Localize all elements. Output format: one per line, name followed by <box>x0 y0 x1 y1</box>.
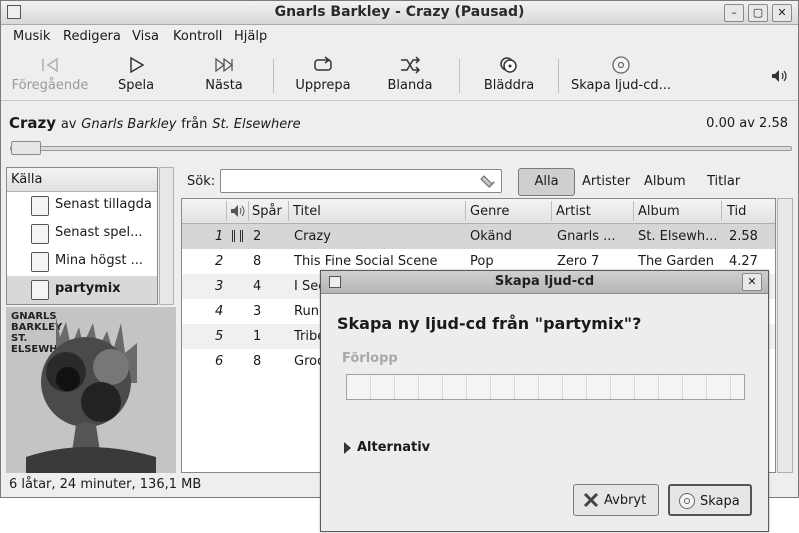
source-scrollbar[interactable] <box>159 167 174 305</box>
menu-bar: Musik Redigera Visa Kontroll Hjälp <box>1 25 798 49</box>
previous-label: Föregående <box>11 78 89 93</box>
window-title: Gnarls Barkley - Crazy (Pausad) <box>274 4 525 20</box>
search-label: Sök: <box>187 174 216 189</box>
cover-artwork <box>26 317 156 473</box>
maximize-button[interactable]: ▢ <box>748 4 768 22</box>
toolbar: Föregående Spela Nästa Upprepa Blanda Bl… <box>1 49 798 101</box>
song-title: Crazy <box>9 114 57 132</box>
status-bar: 6 låtar, 24 minuter, 136,1 MB <box>9 477 202 492</box>
filter-all[interactable]: Alla <box>518 168 575 196</box>
browse-icon <box>500 57 517 73</box>
progress-bar <box>346 374 745 400</box>
play-button[interactable]: Spela <box>105 55 167 93</box>
browse-label: Bläddra <box>483 78 535 93</box>
col-track[interactable]: Spår <box>252 204 282 219</box>
filter-artists[interactable]: Artister <box>582 174 630 189</box>
expander-arrow-icon <box>344 441 351 454</box>
playlist-icon <box>31 196 49 216</box>
dialog-title: Skapa ljud-cd <box>494 274 595 289</box>
play-label: Spela <box>117 78 155 93</box>
next-icon <box>215 57 234 73</box>
song-position: 0.00 av 2.58 <box>706 116 788 131</box>
table-row[interactable]: 1 2 Crazy Okänd Gnarls ... St. Elsewh...… <box>182 224 775 249</box>
cancel-button[interactable]: Avbryt <box>573 484 659 516</box>
source-item-recently-added[interactable]: Senast tillagda <box>7 192 157 220</box>
minimize-button[interactable]: – <box>724 4 744 22</box>
shuffle-icon <box>401 56 421 74</box>
dialog-title-bar: Skapa ljud-cd ✕ <box>321 271 768 294</box>
by-word: av <box>60 117 77 132</box>
playing-column-icon[interactable] <box>230 204 246 218</box>
col-time[interactable]: Tid <box>727 204 746 219</box>
cancel-label: Avbryt <box>604 493 647 508</box>
col-genre[interactable]: Genre <box>470 204 509 219</box>
cd-icon <box>612 56 630 74</box>
cancel-icon <box>583 492 599 508</box>
repeat-icon <box>314 56 332 71</box>
source-list: Källa Senast tillagda Senast spel... Min… <box>6 167 158 305</box>
play-icon <box>130 56 145 74</box>
create-label: Skapa <box>700 494 740 509</box>
album-cover: GNARLS BARKLEY ST. ELSEWHERE <box>6 307 176 473</box>
dialog-close-button[interactable]: ✕ <box>742 273 762 291</box>
create-cd-dialog: Skapa ljud-cd ✕ Skapa ny ljud-cd från "p… <box>320 270 769 532</box>
seek-bar[interactable] <box>10 146 792 151</box>
shuffle-button[interactable]: Blanda <box>383 55 437 93</box>
col-title[interactable]: Titel <box>293 204 321 219</box>
clear-search-icon[interactable] <box>479 172 497 190</box>
cd-icon <box>679 493 695 509</box>
repeat-button[interactable]: Upprepa <box>291 55 355 93</box>
next-label: Nästa <box>205 78 243 93</box>
now-playing: Crazy av Gnarls Barkley från St. Elsewhe… <box>9 114 301 132</box>
menu-visa[interactable]: Visa <box>132 29 159 44</box>
title-bar: Gnarls Barkley - Crazy (Pausad) – ▢ ✕ <box>1 1 798 25</box>
next-button[interactable]: Nästa <box>193 55 255 93</box>
playlist-icon <box>31 280 49 300</box>
menu-redigera[interactable]: Redigera <box>63 29 121 44</box>
source-item-recently-played[interactable]: Senast spel... <box>7 220 157 248</box>
filter-titles[interactable]: Titlar <box>707 174 740 189</box>
source-item-top-rated[interactable]: Mina högst ... <box>7 248 157 276</box>
repeat-label: Upprepa <box>295 78 351 93</box>
toolbar-separator <box>273 59 274 93</box>
menu-hjalp[interactable]: Hjälp <box>234 29 267 44</box>
volume-icon[interactable] <box>771 69 789 83</box>
source-header[interactable]: Källa <box>7 168 157 192</box>
table-header: Spår Titel Genre Artist Album Tid <box>182 199 775 224</box>
table-scrollbar[interactable] <box>777 198 793 473</box>
options-expander[interactable]: Alternativ <box>344 440 430 455</box>
shuffle-label: Blanda <box>387 78 433 93</box>
dialog-heading: Skapa ny ljud-cd från "partymix"? <box>337 314 642 333</box>
search-input[interactable] <box>220 169 502 193</box>
previous-icon <box>42 57 58 73</box>
progress-label: Förlopp <box>342 351 398 366</box>
source-item-partymix[interactable]: partymix <box>7 276 157 304</box>
song-artist: Gnarls Barkley <box>81 117 177 132</box>
col-album[interactable]: Album <box>638 204 680 219</box>
close-button[interactable]: ✕ <box>772 4 792 22</box>
menu-musik[interactable]: Musik <box>13 29 50 44</box>
paused-icon <box>232 230 243 242</box>
expander-label: Alternativ <box>357 440 431 455</box>
playlist-icon <box>31 252 49 272</box>
toolbar-separator <box>459 59 460 93</box>
playlist-icon <box>31 224 49 244</box>
seek-handle[interactable] <box>11 141 41 155</box>
browse-button[interactable]: Bläddra <box>479 55 539 93</box>
menu-kontroll[interactable]: Kontroll <box>173 29 222 44</box>
create-cd-button[interactable]: Skapa ljud-cd... <box>569 55 673 93</box>
create-button[interactable]: Skapa <box>668 484 752 516</box>
previous-button[interactable]: Föregående <box>11 55 89 93</box>
create-cd-label: Skapa ljud-cd... <box>570 78 672 93</box>
from-word: från <box>181 117 208 132</box>
song-album: St. Elsewhere <box>212 117 301 132</box>
filter-albums[interactable]: Album <box>644 174 686 189</box>
toolbar-separator <box>558 59 559 93</box>
col-artist[interactable]: Artist <box>556 204 591 219</box>
